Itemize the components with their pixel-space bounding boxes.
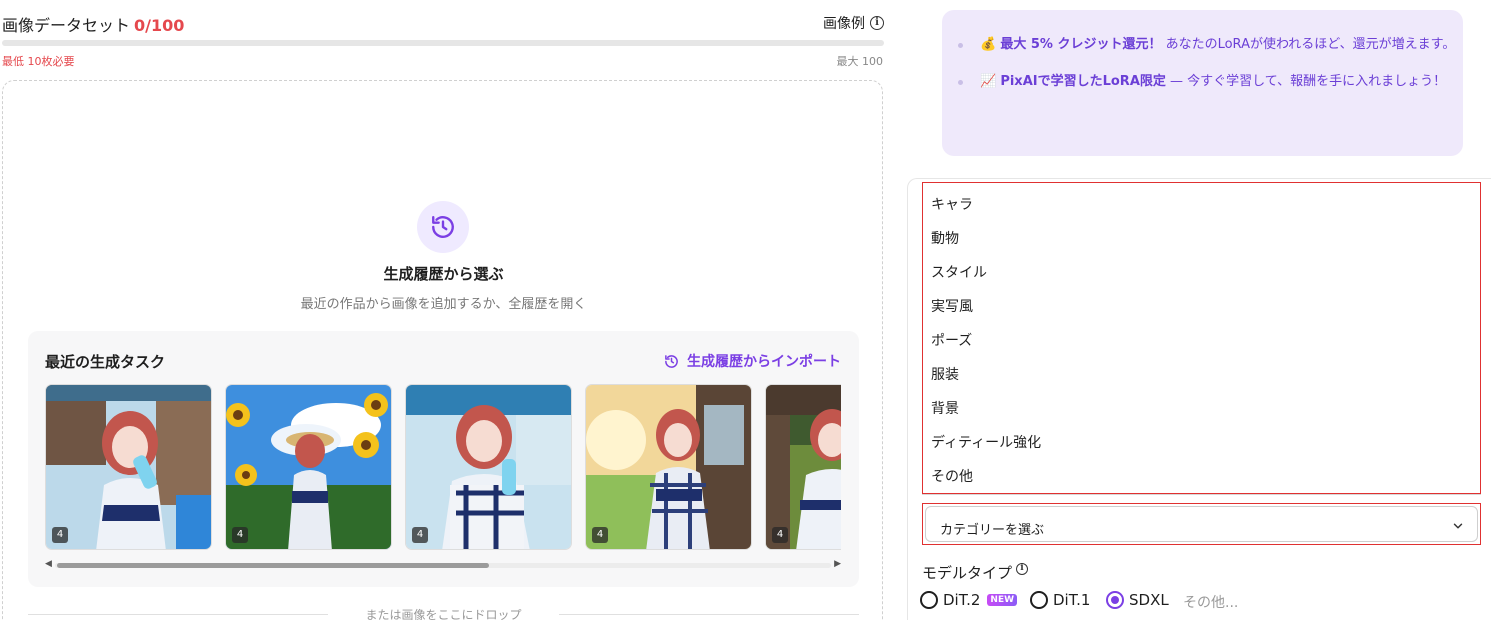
radio-dit2-label: DiT.2 [943, 591, 981, 609]
promo-item-pixai: 📈 PixAIで学習したLoRA限定 — 今すぐ学習して、報酬を手に入れましょう… [958, 71, 1458, 92]
image-count-badge: 4 [412, 527, 428, 543]
radio-dit1[interactable]: DiT.1 [1030, 591, 1090, 609]
dataset-header: 画像データセット 0/100 画像例 i [2, 10, 884, 36]
image-count-badge: 4 [772, 527, 788, 543]
recent-tasks-panel: 最近の生成タスク 生成履歴からインポート 4 4 4 4 4 ◀ ▶ [28, 331, 859, 587]
import-from-history-link[interactable]: 生成履歴からインポート [664, 351, 841, 371]
scrollbar-thumb[interactable] [57, 563, 489, 568]
thumbnail-image [406, 385, 571, 549]
info-icon[interactable]: i [870, 16, 884, 30]
category-select[interactable]: カテゴリーを選ぶ [922, 503, 1481, 545]
category-option-pose[interactable]: ポーズ [931, 330, 972, 350]
category-option-detail[interactable]: ディティール強化 [931, 432, 1041, 452]
image-dropzone[interactable]: 生成履歴から選ぶ 最近の作品から画像を追加するか、全履歴を開く 最近の生成タスク… [2, 80, 883, 620]
chart-up-icon: 📈 [980, 74, 997, 89]
model-type-label-text: モデルタイプ [922, 564, 1013, 582]
example-images-label: 画像例 [823, 16, 865, 32]
radio-sdxl-label: SDXL [1129, 591, 1169, 609]
recent-thumbnails: 4 4 4 4 4 [45, 384, 841, 550]
thumbnail-item[interactable]: 4 [405, 384, 572, 550]
dataset-title: 画像データセット 0/100 [2, 12, 184, 36]
category-option-other[interactable]: その他 [931, 466, 973, 486]
drop-hint-text: または画像をここにドロップ [28, 606, 859, 620]
thumbnail-item[interactable]: 4 [45, 384, 212, 550]
new-badge: NEW [987, 594, 1018, 606]
thumbnail-image [766, 385, 841, 549]
radio-circle[interactable] [1030, 591, 1048, 609]
category-option-animal[interactable]: 動物 [931, 228, 959, 248]
radio-circle[interactable] [920, 591, 938, 609]
thumbnail-image [226, 385, 391, 549]
example-images-link[interactable]: 画像例 i [823, 13, 884, 33]
promo-item-cashback: 💰 最大 5% クレジット還元！ あなたのLoRAが使われるほど、還元が増えます… [958, 34, 1458, 55]
thumbnails-scrollbar[interactable]: ◀ ▶ [45, 559, 841, 570]
promo-item-cashback-text: あなたのLoRAが使われるほど、還元が増えます。 [1165, 37, 1456, 52]
thumbnail-item[interactable]: 4 [225, 384, 392, 550]
category-option-clothing[interactable]: 服装 [931, 364, 959, 384]
max-images-label: 最大 100 [836, 55, 884, 68]
scroll-right-icon[interactable]: ▶ [834, 559, 841, 569]
thumbnail-image [586, 385, 751, 549]
scroll-left-icon[interactable]: ◀ [45, 559, 52, 569]
import-link-label: 生成履歴からインポート [687, 354, 841, 370]
radio-dit1-label: DiT.1 [1053, 591, 1091, 609]
min-images-label: 最低 10枚必要 [2, 55, 75, 68]
info-icon[interactable]: i [1016, 563, 1029, 575]
radio-dit2[interactable]: DiT.2 NEW [920, 591, 1018, 609]
promo-item-pixai-bold: PixAIで学習したLoRA限定 [1000, 74, 1166, 89]
dataset-title-text: 画像データセット [2, 16, 131, 35]
promo-list: 💰 最大 5% クレジット還元！ あなたのLoRAが使われるほど、還元が増えます… [958, 34, 1458, 108]
model-type-label: モデルタイプ i [922, 562, 1029, 583]
category-option-background[interactable]: 背景 [931, 398, 959, 418]
promo-item-cashback-bold: 最大 5% クレジット還元！ [1000, 37, 1162, 52]
history-icon [665, 354, 678, 368]
category-select-value: カテゴリーを選ぶ [940, 523, 1045, 538]
drop-hint-label: または画像をここにドロップ [357, 608, 530, 620]
menu-divider [922, 494, 1481, 495]
dropzone-subtitle: 最近の作品から画像を追加するか、全履歴を開く [300, 297, 587, 312]
promo-item-pixai-text: — 今すぐ学習して、報酬を手に入れましょう！ [1170, 74, 1447, 89]
category-dropdown-menu: キャラ 動物 スタイル 実写風 ポーズ 服装 背景 ディティール強化 その他 [922, 182, 1481, 494]
dataset-count: 0/100 [134, 16, 185, 35]
dataset-section: 画像データセット 0/100 画像例 i 最低 10枚必要 最大 100 生成履歴… [0, 0, 885, 620]
chevron-down-icon [1453, 523, 1463, 529]
image-count-badge: 4 [592, 527, 608, 543]
thumbnail-image [46, 385, 211, 549]
dropzone-title: 生成履歴から選ぶ [383, 265, 504, 283]
radio-sdxl[interactable]: SDXL [1106, 591, 1169, 609]
cashback-promo: 💰 最大 5% クレジット還元！ あなたのLoRAが使われるほど、還元が増えます… [942, 10, 1463, 156]
dataset-progress-bar [2, 40, 884, 46]
category-option-character[interactable]: キャラ [931, 194, 973, 214]
history-icon[interactable] [417, 201, 469, 253]
category-select-field[interactable]: カテゴリーを選ぶ [925, 506, 1478, 542]
image-count-badge: 4 [232, 527, 248, 543]
drop-hint: または画像をここにドロップ [28, 606, 859, 620]
recent-tasks-title: 最近の生成タスク [45, 353, 166, 371]
money-bag-icon: 💰 [980, 37, 997, 52]
thumbnail-item[interactable]: 4 › [765, 384, 841, 550]
thumbnail-item[interactable]: 4 [585, 384, 752, 550]
category-option-realistic[interactable]: 実写風 [931, 296, 973, 316]
radio-circle-selected[interactable] [1106, 591, 1124, 609]
more-models-link[interactable]: その他... [1183, 592, 1238, 612]
image-count-badge: 4 [52, 527, 68, 543]
category-option-style[interactable]: スタイル [931, 262, 987, 282]
